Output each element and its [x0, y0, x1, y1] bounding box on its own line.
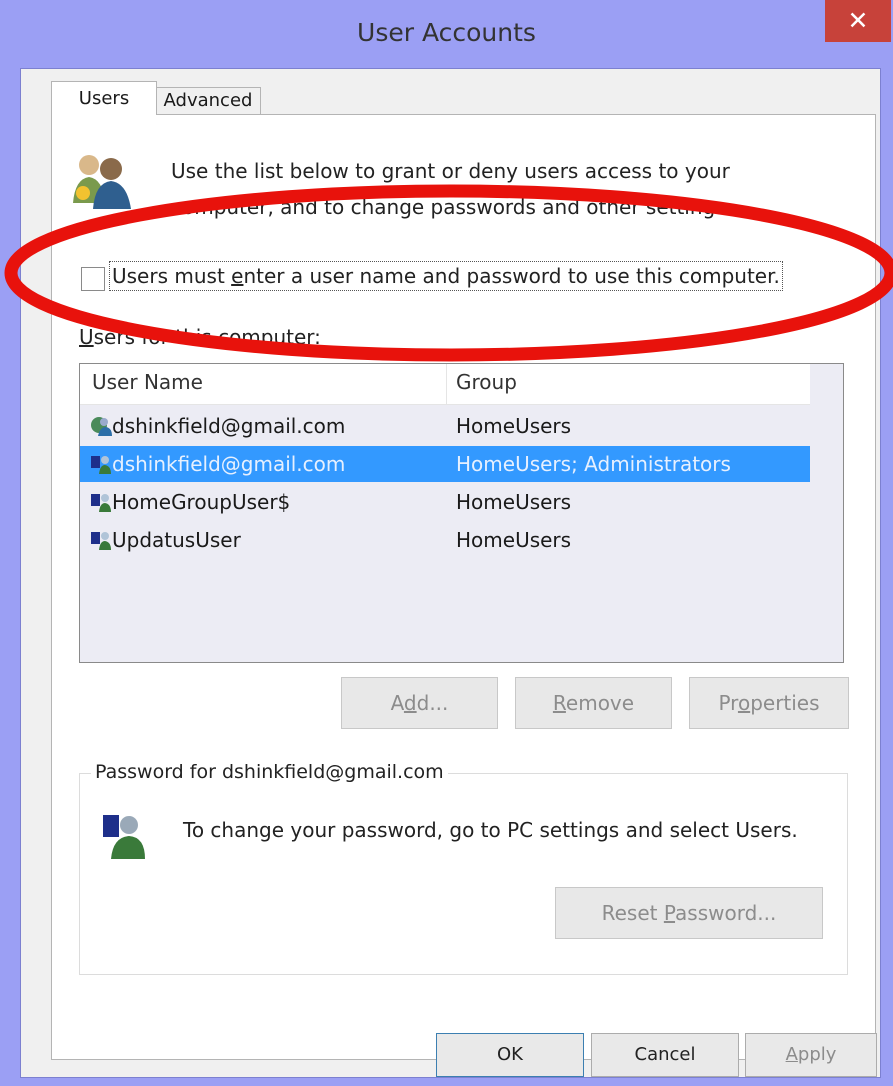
user-group: HomeUsers	[456, 528, 572, 552]
users-list[interactable]: User Name Group dshinkfield@gmail.com Ho…	[79, 363, 844, 663]
password-group-legend: Password for dshinkfield@gmail.com	[91, 761, 448, 783]
password-group	[79, 773, 848, 975]
user-accounts-window: User Accounts ✕ Users Advanced Use the l…	[0, 0, 893, 1086]
reset-password-button[interactable]: Reset Password...	[555, 887, 823, 939]
online-user-icon	[91, 417, 112, 436]
cancel-button[interactable]: Cancel	[591, 1033, 739, 1077]
add-button[interactable]: Add...	[341, 677, 498, 729]
user-icon	[91, 456, 111, 474]
close-button[interactable]: ✕	[825, 0, 891, 42]
intro-text: Use the list below to grant or deny user…	[171, 159, 733, 219]
password-info-text: To change your password, go to PC settin…	[183, 818, 798, 842]
user-key-icon	[103, 815, 145, 859]
list-header: User Name Group	[80, 364, 810, 405]
table-row[interactable]: dshinkfield@gmail.com HomeUsers; Adminis…	[80, 446, 810, 482]
title-bar[interactable]: User Accounts ✕	[0, 0, 893, 68]
user-name: dshinkfield@gmail.com	[112, 414, 346, 438]
column-header-user-name[interactable]: User Name	[92, 370, 203, 394]
properties-button[interactable]: Properties	[689, 677, 849, 729]
user-group: HomeUsers	[456, 490, 572, 514]
dialog-client-area: Users Advanced Use the list below to gra…	[20, 68, 881, 1078]
require-login-label[interactable]: Users must enter a user name and passwor…	[109, 261, 783, 291]
window-title: User Accounts	[357, 18, 536, 47]
table-row[interactable]: dshinkfield@gmail.com HomeUsers	[80, 408, 810, 444]
require-login-checkbox[interactable]	[81, 267, 105, 291]
column-header-group[interactable]: Group	[456, 370, 517, 394]
users-list-label: Users for this computer:	[79, 325, 321, 349]
table-row[interactable]: UpdatusUser HomeUsers	[80, 522, 810, 558]
tab-users[interactable]: Users	[51, 81, 157, 115]
user-group: HomeUsers	[456, 414, 572, 438]
tab-advanced[interactable]: Advanced	[155, 87, 261, 114]
close-icon: ✕	[847, 6, 869, 35]
table-row[interactable]: HomeGroupUser$ HomeUsers	[80, 484, 810, 520]
ok-button[interactable]: OK	[436, 1033, 584, 1077]
user-group: HomeUsers; Administrators	[456, 452, 731, 476]
user-name: HomeGroupUser$	[112, 490, 291, 514]
users-group-icon	[73, 155, 131, 209]
user-icon	[91, 494, 111, 512]
apply-button[interactable]: Apply	[745, 1033, 877, 1077]
user-name: UpdatusUser	[112, 528, 241, 552]
remove-button[interactable]: Remove	[515, 677, 672, 729]
user-name: dshinkfield@gmail.com	[112, 452, 346, 476]
user-icon	[91, 532, 111, 550]
